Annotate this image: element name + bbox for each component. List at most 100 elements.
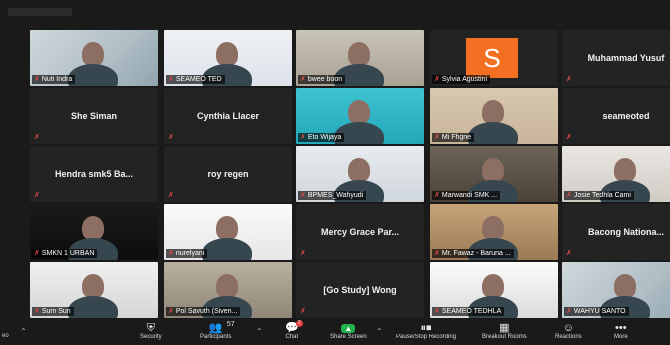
- participant-figure: [482, 100, 504, 124]
- participant-figure: [614, 274, 636, 298]
- participant-name: Mr. Fawaz - Baruna ...: [441, 250, 511, 257]
- participant-name: seameoted: [602, 111, 650, 121]
- muted-mic-icon: ✗: [434, 76, 440, 83]
- chat-label: Chat: [285, 334, 299, 340]
- participant-name: She Siman: [70, 111, 117, 121]
- participant-name-label: ✗ SMKN 1 URBAN: [32, 249, 98, 258]
- muted-mic-icon: ✗: [34, 134, 40, 141]
- muted-mic-icon: ✗: [434, 308, 440, 315]
- participant-name: Sylvia Agustini: [441, 76, 488, 83]
- participant-name-label: ✗ Marwandi SMK ...: [432, 191, 501, 200]
- participant-tile[interactable]: S ✗ Sylvia Agustini: [430, 30, 558, 86]
- breakout-rooms-label: Breakout Rooms: [482, 334, 527, 340]
- chat-button[interactable]: 💬 2 Chat: [285, 320, 303, 344]
- participant-tile[interactable]: Cynthia Llacer ✗: [164, 88, 292, 144]
- participant-tile[interactable]: ✗ Mr. Fawaz - Baruna ...: [430, 204, 558, 260]
- participant-tile[interactable]: ✗ WAHYU SANTO: [562, 262, 670, 318]
- participant-name: Pol Savuth (Siven...: [175, 308, 238, 315]
- muted-mic-icon: ✗: [34, 76, 40, 83]
- participant-shoulders: [468, 122, 518, 144]
- participant-name-label: ✗ BPMES_Wahyudi: [298, 191, 367, 200]
- participant-tile[interactable]: ✗ SEAMEO TEDHLA: [430, 262, 558, 318]
- muted-mic-icon: ✗: [434, 134, 440, 141]
- muted-mic-icon: ✗: [34, 250, 40, 257]
- participant-name: SMKN 1 URBAN: [41, 250, 95, 257]
- participant-tile[interactable]: ✗ nurelyani: [164, 204, 292, 260]
- participant-name: Bacong Nationa...: [587, 227, 664, 237]
- participant-figure: [216, 216, 238, 240]
- participant-name-label: ✗ nurelyani: [166, 249, 208, 258]
- participant-tile[interactable]: roy regen ✗: [164, 146, 292, 202]
- security-button[interactable]: ⛨ Security: [140, 322, 162, 344]
- participant-tile[interactable]: ✗ SEAMEO TED: [164, 30, 292, 86]
- participant-tile[interactable]: Hendra smk5 Ba... ✗: [30, 146, 158, 202]
- muted-mic-icon: ✗: [300, 192, 306, 199]
- participant-tile[interactable]: seameoted ✗: [562, 88, 670, 144]
- participant-name-label: ✗ Sum Sun: [32, 307, 74, 316]
- participant-name: Eto Wijaya: [307, 134, 342, 141]
- participant-tile[interactable]: ✗ Pol Savuth (Siven...: [164, 262, 292, 318]
- participant-tile[interactable]: [Go Study] Wong ✗: [296, 262, 424, 318]
- participant-shoulders: [68, 64, 118, 86]
- participant-name-label: ✗ SEAMEO TED: [166, 75, 225, 84]
- participant-tile[interactable]: Bacong Nationa... ✗: [562, 204, 670, 260]
- participant-tile[interactable]: Mercy Grace Par... ✗: [296, 204, 424, 260]
- participant-tile[interactable]: ✗ Mi Fhgne: [430, 88, 558, 144]
- participant-tile[interactable]: ✗ SMKN 1 URBAN: [30, 204, 158, 260]
- participant-name: Marwandi SMK ...: [441, 192, 498, 199]
- participant-tile[interactable]: ✗ Sum Sun: [30, 262, 158, 318]
- participant-tile[interactable]: ✗ bwee boon: [296, 30, 424, 86]
- participant-tile[interactable]: ✗ BPMES_Wahyudi: [296, 146, 424, 202]
- more-button[interactable]: ••• More: [614, 322, 628, 344]
- participant-name-label: ✗ WAHYU SANTO: [564, 307, 629, 316]
- toolbar-caret-left[interactable]: ⌃: [20, 327, 27, 336]
- breakout-icon: ▦: [499, 322, 510, 334]
- share-caret[interactable]: ⌃: [376, 327, 383, 336]
- participants-caret[interactable]: ⌃: [256, 327, 263, 336]
- muted-mic-icon: ✗: [168, 192, 174, 199]
- reactions-button[interactable]: ☺ Reactions: [555, 322, 582, 344]
- more-icon: •••: [615, 322, 627, 334]
- participant-name: Josie Tedhla Cami: [573, 192, 631, 199]
- participant-tile[interactable]: ✗ Nuti Indra: [30, 30, 158, 86]
- muted-mic-icon: ✗: [566, 192, 572, 199]
- participant-name: BPMES_Wahyudi: [307, 192, 364, 199]
- share-screen-label: Share Screen: [330, 334, 367, 340]
- avatar: S: [466, 38, 518, 78]
- muted-mic-icon: ✗: [168, 308, 174, 315]
- security-label: Security: [140, 334, 162, 340]
- share-screen-button[interactable]: ▲ Share Screen: [330, 322, 367, 344]
- muted-mic-icon: ✗: [300, 308, 306, 315]
- pause-icon: ⏸⏹: [420, 322, 432, 334]
- participant-name-label: ✗ Mr. Fawaz - Baruna ...: [432, 249, 514, 258]
- participant-figure: [482, 274, 504, 298]
- more-label: More: [614, 334, 628, 340]
- participant-tile[interactable]: ✗ Josie Tedhla Cami: [562, 146, 670, 202]
- participant-tile[interactable]: ✗ Marwandi SMK ...: [430, 146, 558, 202]
- participant-figure: [614, 158, 636, 182]
- participant-name: Sum Sun: [41, 308, 71, 315]
- participant-tile[interactable]: Muhammad Yusuf ✗: [562, 30, 670, 86]
- participants-count: 57: [226, 321, 235, 328]
- participant-name: Mi Fhgne: [441, 134, 472, 141]
- participant-name: Nuti Indra: [41, 76, 73, 83]
- breakout-rooms-button[interactable]: ▦ Breakout Rooms: [482, 322, 527, 344]
- shield-icon: ⛨: [146, 322, 155, 334]
- participant-figure: [348, 100, 370, 124]
- participant-name-label: ✗ bwee boon: [298, 75, 346, 84]
- participant-name-label: ✗ SEAMEO TEDHLA: [432, 307, 505, 316]
- participant-tile[interactable]: She Siman ✗: [30, 88, 158, 144]
- muted-mic-icon: ✗: [300, 76, 306, 83]
- participant-name: Cynthia Llacer: [196, 111, 260, 121]
- pause-recording-button[interactable]: ⏸⏹ Pause/Stop Recording: [396, 322, 456, 344]
- reactions-label: Reactions: [555, 334, 582, 340]
- participant-grid: ✗ Nuti Indra ✗ SEAMEO TED ✗ bwee boon S ✗ Sylvia…: [30, 30, 670, 320]
- people-icon: 👥 57: [208, 321, 235, 334]
- meeting-toolbar: ео ⌃ ⛨ Security 👥 57 Participants ⌃ 💬 2 Ch…: [0, 320, 670, 345]
- participants-button[interactable]: 👥 57 Participants: [200, 321, 235, 344]
- participant-name: bwee boon: [307, 76, 343, 83]
- pause-recording-label: Pause/Stop Recording: [396, 334, 457, 340]
- participant-name-label: ✗ Sylvia Agustini: [432, 75, 491, 84]
- participant-tile[interactable]: ✗ Eto Wijaya: [296, 88, 424, 144]
- participant-name: Mercy Grace Par...: [320, 227, 400, 237]
